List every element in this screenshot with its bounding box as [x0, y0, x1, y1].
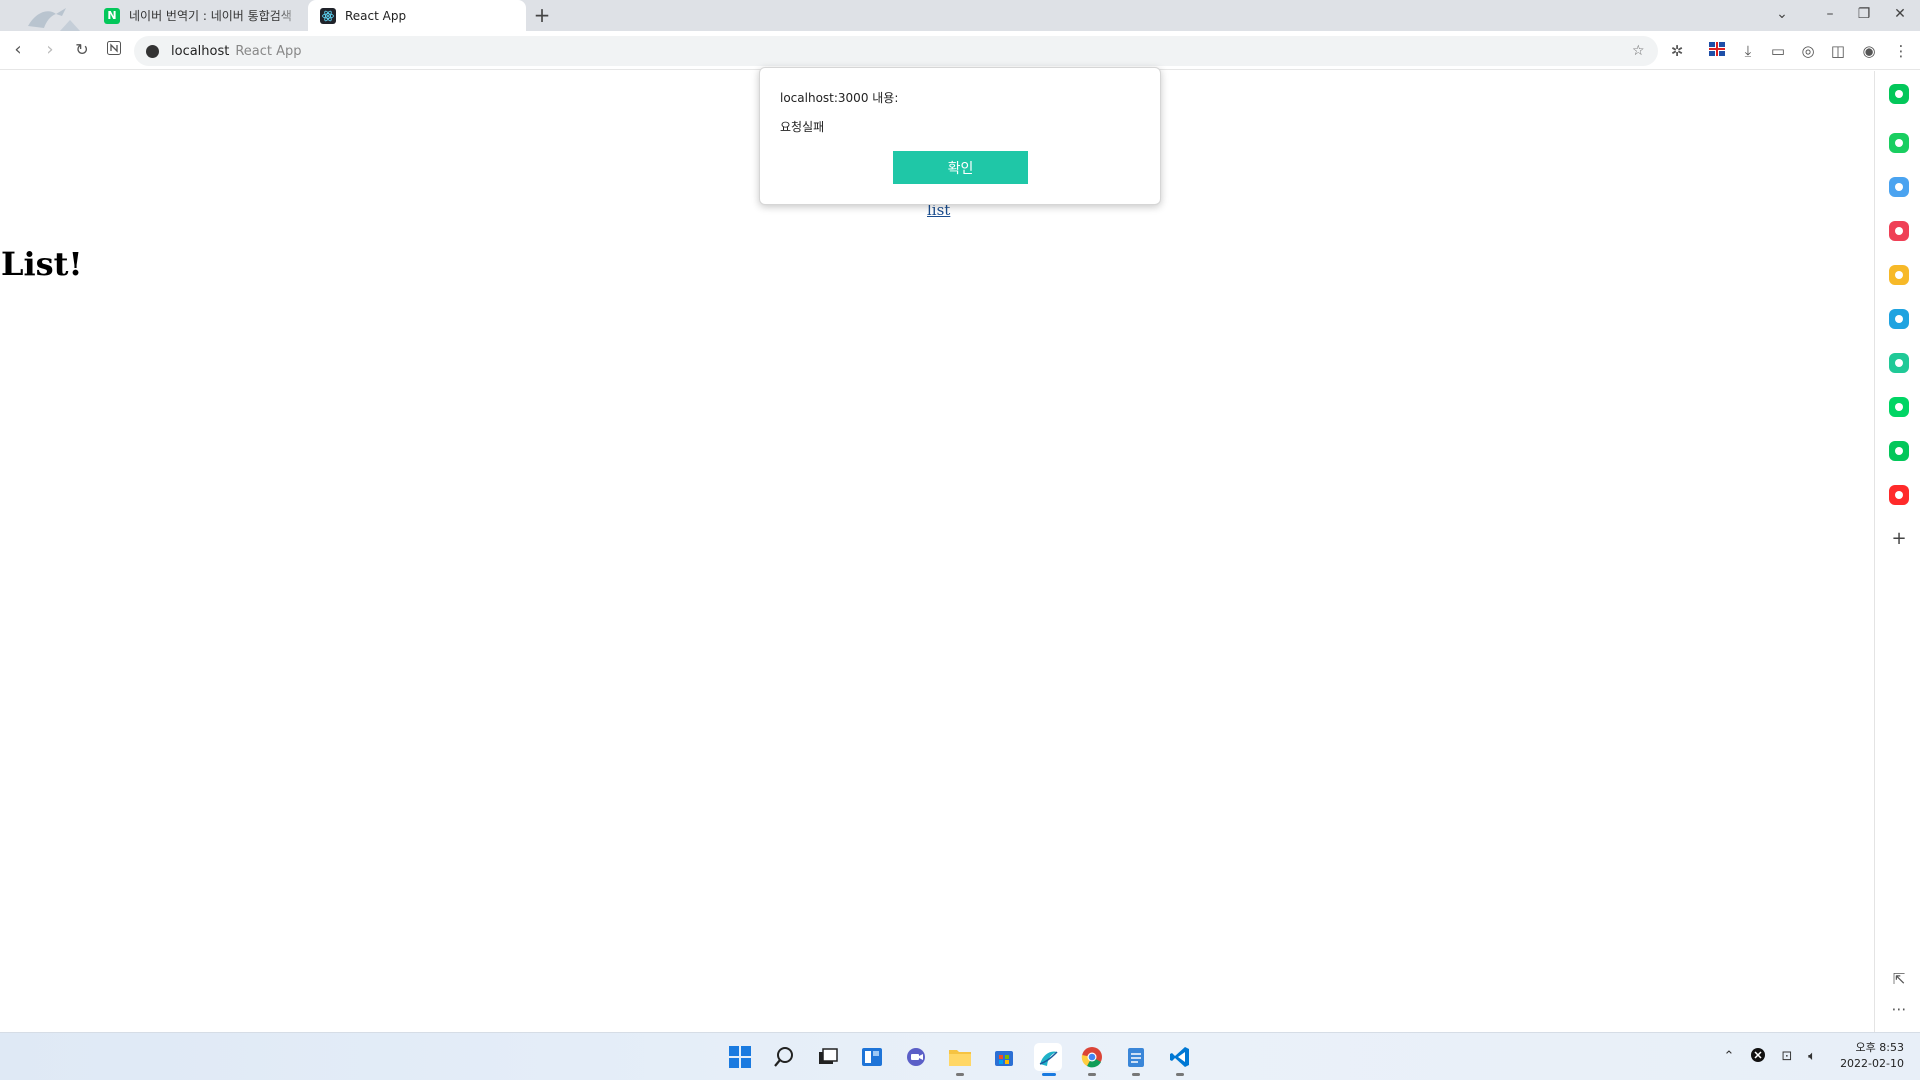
running-indicator — [1088, 1073, 1096, 1076]
browser-toolbar: ‹ › ↻ localhost React App ☆ ✲ ⤓ ▭ ◎ ◫ ◉ … — [0, 31, 1920, 70]
memo-icon[interactable] — [1889, 441, 1909, 461]
address-bar[interactable]: localhost React App ☆ — [134, 36, 1658, 66]
tab-react-app[interactable]: React App — [308, 0, 526, 31]
naver-icon: N — [104, 7, 120, 24]
papago-icon[interactable] — [1889, 309, 1909, 329]
page-content: list List! — [0, 71, 1874, 1032]
calendar-icon[interactable] — [1889, 177, 1909, 197]
play-icon[interactable] — [1889, 353, 1909, 373]
back-arrow-icon[interactable]: ‹ — [8, 40, 28, 60]
page-heading: List! — [1, 245, 83, 283]
site-info-icon[interactable] — [146, 44, 159, 58]
restore-icon[interactable]: ❐ — [1852, 4, 1876, 24]
whale-logo-icon — [28, 8, 80, 31]
system-clock[interactable]: 오후 8:53 2022-02-10 — [1840, 1040, 1904, 1072]
profile-icon[interactable]: ◉ — [1858, 40, 1880, 62]
whale-browser-icon[interactable] — [1034, 1043, 1062, 1071]
dialog-origin: localhost:3000 내용: — [780, 91, 899, 105]
extensions-puzzle-icon[interactable]: ✲ — [1666, 40, 1688, 62]
windows-start-icon[interactable] — [726, 1043, 754, 1071]
now-icon[interactable] — [1889, 485, 1909, 505]
menu-dots-icon[interactable]: ⋮ — [1890, 40, 1912, 62]
task-view-icon[interactable] — [814, 1043, 842, 1071]
running-indicator — [1132, 1073, 1140, 1076]
close-icon[interactable]: ✕ — [1888, 4, 1912, 24]
flag-extension-icon[interactable] — [1706, 40, 1728, 62]
active-indicator — [1042, 1073, 1056, 1076]
forward-arrow-icon[interactable]: › — [40, 40, 60, 60]
running-indicator — [956, 1073, 964, 1076]
bookmark-star-icon[interactable]: ☆ — [1632, 43, 1648, 59]
vscode-icon[interactable] — [1166, 1043, 1194, 1071]
more-dots-icon[interactable]: ⋯ — [1889, 999, 1909, 1019]
pocket-icon[interactable] — [1889, 221, 1909, 241]
naver-home-icon[interactable] — [104, 40, 124, 60]
running-indicator — [1176, 1073, 1184, 1076]
screenshot-icon[interactable]: ◎ — [1797, 40, 1819, 62]
store-icon[interactable] — [990, 1043, 1018, 1071]
reload-icon[interactable]: ↻ — [72, 40, 92, 60]
url-host: localhost — [171, 43, 230, 59]
tray-app-icon[interactable] — [1749, 1048, 1767, 1066]
search-icon[interactable] — [770, 1043, 798, 1071]
capture-icon[interactable]: ▭ — [1767, 40, 1789, 62]
external-link-icon[interactable]: ⇱ — [1889, 969, 1909, 989]
taskbar: ⌃ ⊡ 🔈︎ 오후 8:53 2022-02-10 — [0, 1032, 1920, 1080]
widgets-icon[interactable] — [858, 1043, 886, 1071]
chrome-icon[interactable] — [1078, 1043, 1106, 1071]
add-app-plus-icon[interactable]: + — [1889, 529, 1909, 549]
tab-title: React App — [345, 8, 407, 23]
alert-dialog: localhost:3000 내용: 요청실패 확인 — [759, 67, 1161, 205]
tab-strip: N 네이버 번역기 : 네이버 통합검색 React App + ⌄ – ❐ ✕ — [0, 0, 1920, 31]
react-icon — [320, 7, 336, 24]
network-icon[interactable]: ⊡ — [1778, 1048, 1796, 1066]
split-view-icon[interactable]: ◫ — [1827, 40, 1849, 62]
tab-naver-translate[interactable]: N 네이버 번역기 : 네이버 통합검색 — [92, 0, 308, 31]
bookmark-star-icon[interactable] — [1889, 265, 1909, 285]
clock-date: 2022-02-10 — [1840, 1057, 1904, 1070]
notepad-icon[interactable] — [1122, 1043, 1150, 1071]
url-page-title: React App — [235, 43, 302, 59]
tab-search-chevron-icon[interactable]: ⌄ — [1770, 4, 1794, 24]
minimize-icon[interactable]: – — [1818, 4, 1842, 24]
tray-chevron-up-icon[interactable]: ⌃ — [1720, 1048, 1738, 1066]
file-explorer-icon[interactable] — [946, 1043, 974, 1071]
ok-button[interactable]: 확인 — [893, 151, 1028, 184]
webtoon-icon[interactable] — [1889, 397, 1909, 417]
teams-chat-icon[interactable] — [902, 1043, 930, 1071]
new-tab-plus-icon[interactable]: + — [532, 5, 552, 25]
dialog-message: 요청실패 — [780, 120, 825, 134]
naver-green-icon[interactable] — [1889, 84, 1909, 104]
download-icon[interactable]: ⤓ — [1737, 40, 1759, 62]
tab-title: 네이버 번역기 : 네이버 통합검색 — [129, 9, 292, 23]
clock-time: 오후 8:53 — [1855, 1041, 1904, 1054]
talk-icon[interactable] — [1889, 133, 1909, 153]
sidebar: + ⇱ ⋯ — [1874, 71, 1920, 1032]
volume-icon[interactable]: 🔈︎ — [1803, 1048, 1821, 1066]
